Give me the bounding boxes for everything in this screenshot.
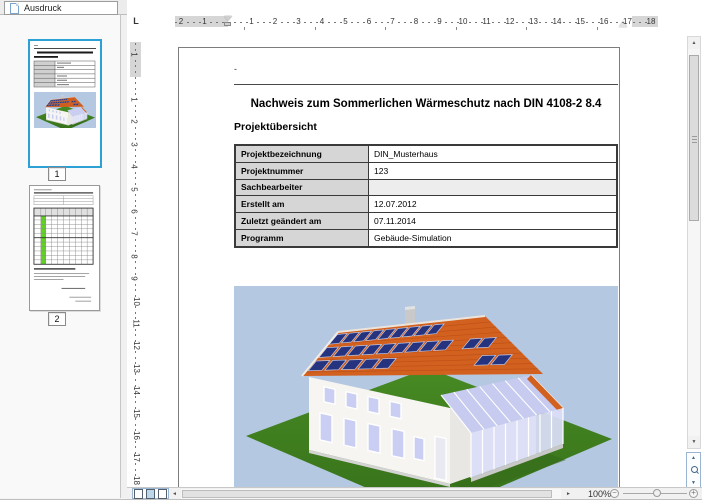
previous-page-button[interactable]: ▲ <box>688 453 699 464</box>
scroll-up-icon: ▲ <box>692 40 697 46</box>
table-row: Zuletzt geändert am07.11.2014 <box>235 213 617 230</box>
vertical-scrollbar-thumb[interactable] <box>689 55 699 221</box>
horizontal-ruler: 21123456789101112131415161718 <box>148 14 658 30</box>
ruler-number: 15 <box>132 409 141 418</box>
previous-page-icon: ▲ <box>691 455 696 461</box>
scroll-left-button[interactable]: ◄ <box>169 489 180 499</box>
table-label-cell: Erstellt am <box>235 196 369 213</box>
page-navigation-group: ▲ ▼ <box>686 452 701 490</box>
ruler-number: 6 <box>130 209 139 213</box>
horizontal-scrollbar-thumb[interactable] <box>182 490 552 498</box>
table-value-cell: 123 <box>369 162 618 179</box>
document-viewport[interactable]: - Nachweis zum Sommerlichen Wärmeschutz … <box>143 30 687 487</box>
house-rendering <box>234 286 618 487</box>
ruler-number: 14 <box>132 386 141 395</box>
table-label-cell: Sachbearbeiter <box>235 179 369 196</box>
ruler-number: 13 <box>132 364 141 373</box>
table-value-cell: DIN_Musterhaus <box>369 145 618 162</box>
zoom-in-icon: + <box>691 488 696 497</box>
multi-page-view-button[interactable] <box>146 489 155 499</box>
page-number-badge-1: 1 <box>48 167 66 181</box>
table-label-cell: Zuletzt geändert am <box>235 213 369 230</box>
tab-ausdruck[interactable]: Ausdruck <box>4 1 118 15</box>
scroll-right-button[interactable]: ► <box>563 489 574 499</box>
print-preview-window: Ausdruck <box>0 0 702 500</box>
table-value-cell: 12.07.2012 <box>369 196 618 213</box>
document-page: - Nachweis zum Sommerlichen Wärmeschutz … <box>178 47 620 487</box>
house-illustration <box>234 286 618 487</box>
ruler-number: 5 <box>130 187 139 191</box>
scroll-left-icon: ◄ <box>172 491 177 497</box>
page-number-badge-2: 2 <box>48 312 66 326</box>
ruler-number: 12 <box>132 341 141 350</box>
next-page-icon: ▼ <box>691 480 696 486</box>
ruler-number: 1 <box>130 52 139 56</box>
single-page-view-button[interactable] <box>134 489 143 499</box>
table-label-cell: Programm <box>235 229 369 246</box>
ruler-number: 16 <box>132 431 141 440</box>
ruler-number: 3 <box>130 142 139 146</box>
table-row: Projektnummer123 <box>235 162 617 179</box>
scroll-down-button[interactable]: ▼ <box>688 436 700 448</box>
scroll-right-icon: ► <box>566 491 571 497</box>
table-value-cell: Gebäude-Simulation <box>369 229 618 246</box>
table-value-cell: 07.11.2014 <box>369 213 618 230</box>
table-row: Erstellt am12.07.2012 <box>235 196 617 213</box>
section-heading: Projektübersicht <box>234 121 317 133</box>
zoom-slider-handle[interactable] <box>653 489 661 497</box>
page-1-miniature <box>30 41 100 166</box>
page-thumbnail-1[interactable] <box>28 39 102 168</box>
horizontal-scrollbar-track[interactable] <box>181 489 561 499</box>
table-row: Sachbearbeiter <box>235 179 617 196</box>
magnifier-icon <box>691 466 698 473</box>
ruler-number: 10 <box>132 297 141 306</box>
ruler-number: 11 <box>132 319 141 327</box>
vertical-ruler: 1123456789101112131415161718 <box>129 30 143 488</box>
header-rule <box>234 84 618 85</box>
project-table: ProjektbezeichnungDIN_MusterhausProjektn… <box>234 144 618 248</box>
select-browse-object-button[interactable] <box>688 465 699 476</box>
zoom-level-label: 100% <box>579 489 611 499</box>
ruler-number: 9 <box>130 276 139 280</box>
table-label-cell: Projektbezeichnung <box>235 145 369 162</box>
ruler-number: 4 <box>130 164 139 168</box>
ruler-number: 1 <box>130 97 139 101</box>
scroll-down-icon: ▼ <box>692 439 697 445</box>
zoom-out-icon: − <box>612 488 617 497</box>
tab-label: Ausdruck <box>24 3 62 13</box>
thumbnail-panel: 1 <box>0 15 121 498</box>
ruler-number: 7 <box>130 232 139 236</box>
ruler-number: 8 <box>130 254 139 258</box>
document-title: Nachweis zum Sommerlichen Wärmeschutz na… <box>234 98 618 110</box>
document-icon <box>10 3 19 14</box>
table-row: ProgrammGebäude-Simulation <box>235 229 617 246</box>
ruler-number: 17 <box>132 453 141 462</box>
zoom-in-button[interactable]: + <box>689 489 698 498</box>
table-row: ProjektbezeichnungDIN_Musterhaus <box>235 145 617 162</box>
tab-stop-selector[interactable]: L <box>130 15 142 27</box>
table-label-cell: Projektnummer <box>235 162 369 179</box>
scroll-up-button[interactable]: ▲ <box>688 37 700 49</box>
full-page-view-button[interactable] <box>158 489 167 499</box>
table-value-cell <box>369 179 618 196</box>
header-mark: - <box>234 64 237 74</box>
page-2-miniature <box>30 186 99 310</box>
first-line-indent-marker[interactable] <box>224 16 232 21</box>
page-thumbnail-2[interactable] <box>29 185 100 311</box>
vertical-scrollbar[interactable]: ▲ ▼ <box>687 36 701 449</box>
view-mode-button-group <box>132 488 169 499</box>
ruler-number: 2 <box>130 120 139 124</box>
zoom-out-button[interactable]: − <box>610 489 619 498</box>
ruler-number: 18 <box>132 476 141 485</box>
